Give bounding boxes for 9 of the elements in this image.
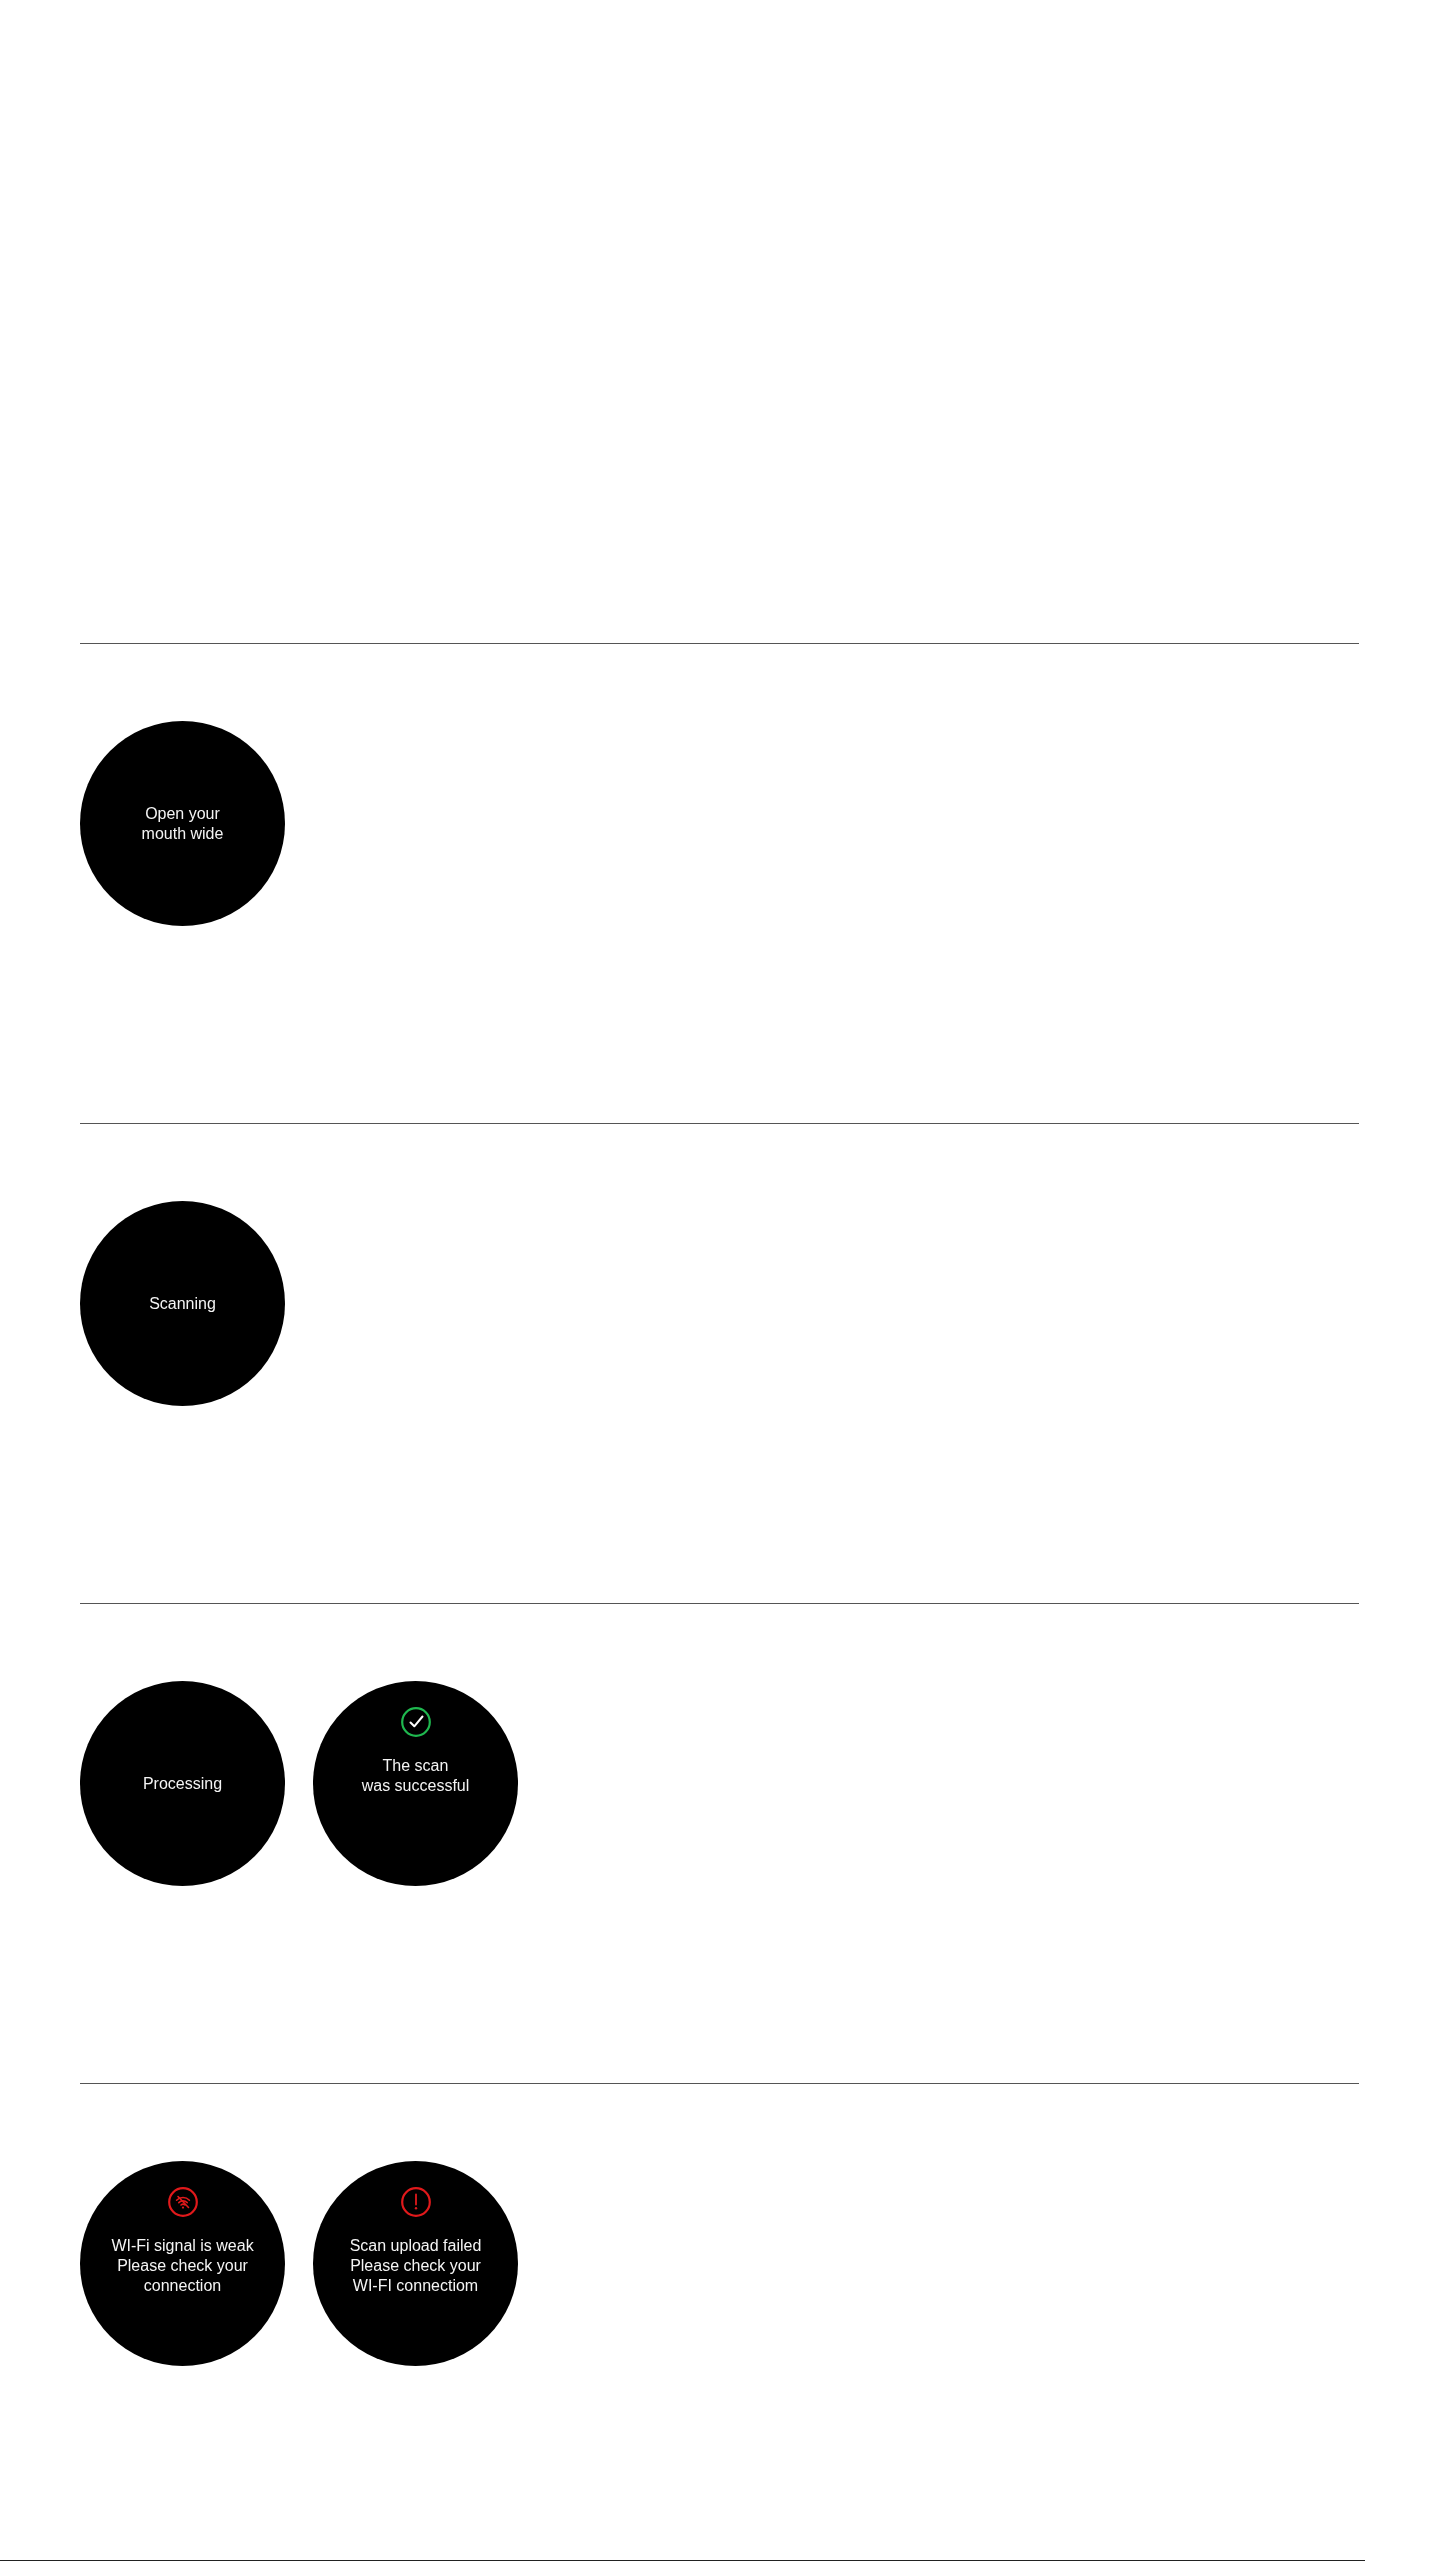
wifi-off-icon [167, 2187, 198, 2217]
screen-message: Scan upload failed Please check your WI-FI connectiom [349, 2236, 482, 2296]
check-circle-icon [400, 1707, 431, 1737]
screen-message: Processing [142, 1773, 223, 1794]
screen-message: WI-Fi signal is weak Please check your connection [111, 2236, 254, 2296]
screen-message: Open your mouth wide [141, 803, 224, 844]
exclamation-circle-icon [400, 2187, 431, 2217]
screen-message: The scan was successful [361, 1756, 470, 1796]
screen-message: Scanning [149, 1293, 216, 1314]
